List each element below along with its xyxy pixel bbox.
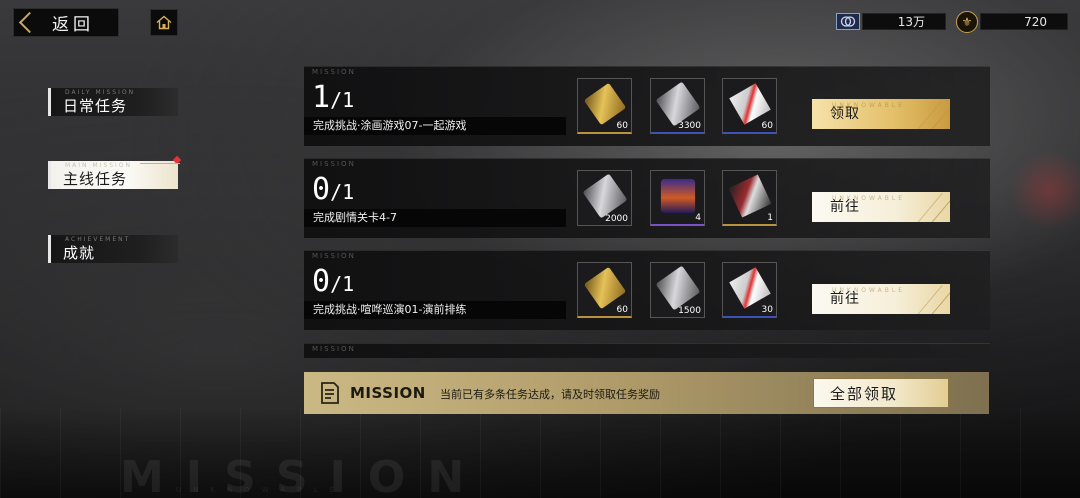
character-card-icon — [728, 174, 772, 218]
mission-row: MISSION 1/1 完成挑战·涂画游戏07-一起游戏 60 3300 60 … — [304, 66, 990, 146]
back-label: 返回 — [52, 15, 94, 35]
mission-description: 完成剧情关卡4-7 — [304, 209, 566, 227]
silver-ticket-icon — [655, 265, 701, 311]
mission-document-icon — [321, 382, 339, 404]
currency-value: 720 — [980, 13, 1068, 30]
mission-list[interactable]: MISSION 1/1 完成挑战·涂画游戏07-一起游戏 60 3300 60 … — [304, 66, 990, 358]
reward-item[interactable]: 3300 — [650, 78, 705, 134]
silver-coin-icon — [836, 13, 860, 30]
reward-count: 60 — [616, 305, 628, 315]
reward-item[interactable]: 60 — [577, 78, 632, 134]
tab-achievement[interactable]: ACHIEVEMENT 成就 — [48, 235, 178, 263]
back-button[interactable]: 返回 — [13, 8, 119, 37]
mission-tag: MISSION — [312, 68, 356, 76]
mission-progress: 1/1 — [312, 80, 355, 115]
mission-progress: 0/1 — [312, 264, 355, 299]
mission-tag: MISSION — [312, 160, 356, 168]
button-watermark: UNKNOWABLE — [832, 195, 905, 202]
fleur-coin-icon: ⚜ — [956, 10, 978, 33]
tab-daily-mission[interactable]: DAILY MISSION 日常任务 — [48, 88, 178, 116]
reward-count: 2000 — [605, 214, 628, 224]
reward-count: 1 — [767, 213, 773, 223]
reward-item[interactable]: 2000 — [577, 170, 632, 226]
mission-description: 完成挑战·涂画游戏07-一起游戏 — [304, 117, 566, 135]
tab-label: 主线任务 — [63, 170, 128, 188]
tab-label: 日常任务 — [63, 97, 128, 115]
mission-row: MISSION 0/1 完成剧情关卡4-7 2000 4 1 UNKNOWABL… — [304, 158, 990, 238]
claim-bar-message: 当前已有多条任务达成，请及时领取任务奖励 — [440, 388, 660, 401]
claim-bar-title: MISSION — [350, 384, 426, 402]
currency-silver: 13万 — [836, 12, 946, 31]
reward-count: 60 — [616, 121, 628, 131]
reward-count: 3300 — [678, 121, 701, 131]
supply-pack-icon — [729, 83, 771, 125]
progress-current: 0 — [312, 264, 331, 299]
button-watermark: UNKNOWABLE — [832, 102, 905, 109]
claim-all-bar: MISSION 当前已有多条任务达成，请及时领取任务奖励 全部领取 — [304, 372, 989, 414]
mission-tag: MISSION — [312, 252, 356, 260]
reward-item[interactable]: 30 — [722, 262, 777, 318]
button-label: 全部领取 — [830, 385, 899, 403]
reward-count: 4 — [695, 213, 701, 223]
reward-count: 60 — [761, 121, 773, 131]
currency-value: 13万 — [862, 13, 946, 30]
notification-badge — [172, 155, 182, 165]
tab-label: 成就 — [63, 244, 96, 262]
reward-item[interactable]: 60 — [577, 262, 632, 318]
gold-bar-icon — [583, 266, 627, 310]
reward-item[interactable]: 1500 — [650, 262, 705, 318]
reward-count: 1500 — [678, 306, 701, 316]
progress-total: 1 — [342, 180, 355, 204]
go-button[interactable]: UNKNOWABLE 前往 — [812, 192, 950, 222]
mission-description: 完成挑战·喧哗巡演01-演前排练 — [304, 301, 566, 319]
progress-current: 1 — [312, 80, 331, 115]
button-watermark: UNKNOWABLE — [832, 287, 905, 294]
progress-total: 1 — [342, 272, 355, 296]
mission-row: MISSION — [304, 343, 990, 358]
reward-count: 30 — [761, 305, 773, 315]
claim-all-button[interactable]: 全部领取 — [813, 378, 949, 408]
tab-main-mission[interactable]: MAIN MISSION 主线任务 — [48, 155, 182, 189]
reward-item[interactable]: 4 — [650, 170, 705, 226]
progress-current: 0 — [312, 172, 331, 207]
reward-item[interactable]: 1 — [722, 170, 777, 226]
currency-fleur: ⚜ 720 — [956, 10, 1068, 33]
silver-ticket-icon — [655, 81, 701, 127]
reward-item[interactable]: 60 — [722, 78, 777, 134]
supply-pack-icon — [729, 267, 771, 309]
home-button[interactable] — [150, 9, 178, 36]
mission-row: MISSION 0/1 完成挑战·喧哗巡演01-演前排练 60 1500 30 … — [304, 250, 990, 330]
go-button[interactable]: UNKNOWABLE 前往 — [812, 284, 950, 314]
silver-ticket-icon — [582, 173, 628, 219]
gold-bar-icon — [583, 82, 627, 126]
home-icon — [156, 15, 172, 30]
mission-progress: 0/1 — [312, 172, 355, 207]
footer-subtitle: UNKNOWABLE — [176, 486, 347, 494]
energy-drink-icon — [660, 178, 696, 214]
claim-button[interactable]: UNKNOWABLE 领取 — [812, 99, 950, 129]
chevron-left-icon — [14, 8, 36, 37]
progress-total: 1 — [342, 88, 355, 112]
mission-tag: MISSION — [312, 345, 356, 353]
